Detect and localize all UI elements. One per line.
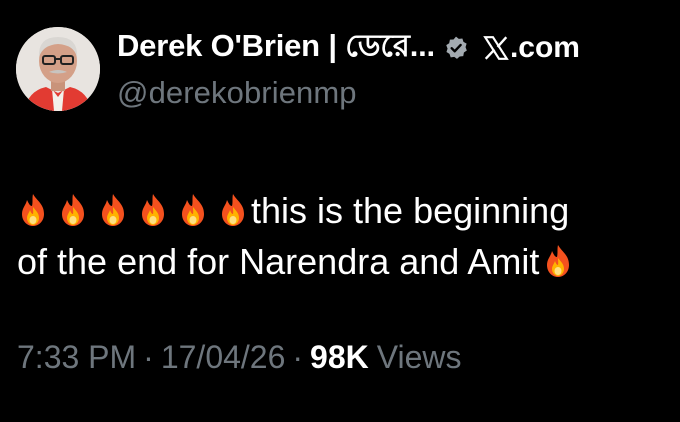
fire-emoji-icon xyxy=(137,193,169,227)
fire-emoji-icon xyxy=(17,193,49,227)
tweet-card: Derek O'Brien | ডেরে... .com @derekobrie… xyxy=(0,0,680,422)
tweet-line-2: of the end for Narendra and Amit xyxy=(17,236,667,287)
views-count[interactable]: 98K xyxy=(310,339,369,375)
fire-emoji-icon xyxy=(217,193,249,227)
source-label: .com xyxy=(509,31,580,64)
tweet-text-line-1: this is the beginning xyxy=(251,190,570,231)
author-display-name[interactable]: Derek O'Brien | ডেরে... xyxy=(117,22,435,74)
tweet-text-line-2: of the end for Narendra and Amit xyxy=(17,241,540,282)
tweet-time[interactable]: 7:33 PM xyxy=(17,339,136,375)
fire-emoji-icon xyxy=(97,193,129,227)
meta-separator: · xyxy=(292,339,304,375)
fire-emoji-icon xyxy=(57,193,89,227)
tweet-meta: 7:33 PM · 17/04/26 · 98K Views xyxy=(17,339,462,376)
views-label: Views xyxy=(376,339,462,375)
meta-separator: · xyxy=(143,339,154,375)
author-name-row: Derek O'Brien | ডেরে... .com xyxy=(117,28,580,68)
author-handle[interactable]: @derekobrienmp xyxy=(117,75,357,111)
verified-badge-icon xyxy=(443,35,469,61)
tweet-body: this is the beginning of the end for Nar… xyxy=(17,185,667,287)
tweet-line-1: this is the beginning xyxy=(17,185,667,236)
source-link[interactable]: .com xyxy=(483,31,580,65)
profile-photo xyxy=(16,27,100,111)
fire-emoji-icon xyxy=(542,244,574,278)
tweet-date[interactable]: 17/04/26 xyxy=(161,339,286,375)
fire-emoji-icon xyxy=(177,193,209,227)
author-avatar[interactable] xyxy=(16,27,100,111)
x-logo-icon xyxy=(483,35,509,61)
